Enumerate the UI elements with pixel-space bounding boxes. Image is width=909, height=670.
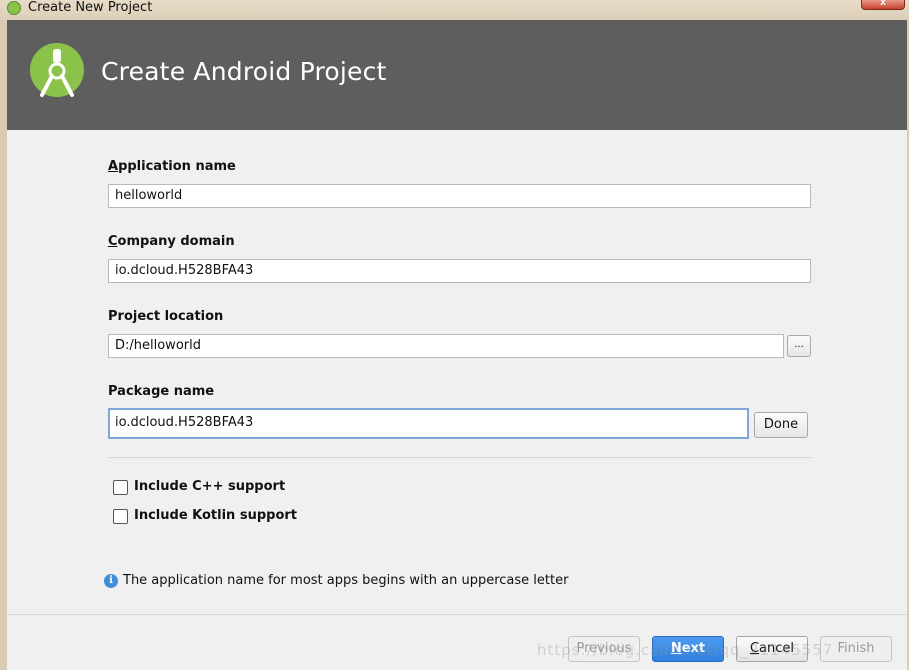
include-cpp-checkbox[interactable] (113, 480, 128, 495)
include-kotlin-label[interactable]: Include Kotlin support (134, 508, 297, 523)
cancel-button-rest: ancel (759, 641, 795, 656)
hint-text: The application name for most apps begin… (123, 573, 569, 588)
finish-button[interactable]: Finish (820, 636, 892, 662)
window-title: Create New Project (28, 0, 153, 15)
wizard-header: Create Android Project (7, 20, 907, 130)
android-studio-icon (7, 1, 21, 15)
include-kotlin-checkbox[interactable] (113, 509, 128, 524)
android-studio-logo-icon (30, 43, 84, 97)
next-button-rest: ext (681, 641, 706, 656)
window-frame-left (0, 20, 7, 670)
next-button-mnemonic: N (670, 641, 682, 656)
application-name-input[interactable]: helloworld (108, 184, 811, 208)
page-title: Create Android Project (101, 57, 387, 86)
include-cpp-label[interactable]: Include C++ support (134, 479, 285, 494)
window-titlebar: Create New Project x (0, 0, 909, 20)
wizard-footer: Previous Next Cancel Finish https://blog… (7, 614, 907, 670)
package-name-input[interactable]: io.dcloud.H528BFA43 (108, 408, 749, 439)
package-name-label: Package name (108, 384, 215, 399)
options-separator (108, 457, 811, 458)
company-domain-label-rest: ompany domain (117, 234, 235, 249)
next-button[interactable]: Next (652, 636, 724, 662)
project-location-input[interactable]: D:/helloworld (108, 334, 784, 358)
application-name-label-mnemonic: A (108, 159, 119, 174)
company-domain-label-mnemonic: C (108, 234, 118, 249)
company-domain-input[interactable]: io.dcloud.H528BFA43 (108, 259, 811, 283)
info-icon: i (104, 574, 118, 588)
company-domain-label: Company domain (108, 234, 235, 249)
done-button[interactable]: Done (754, 412, 808, 438)
browse-location-button[interactable]: ... (787, 335, 811, 357)
close-button[interactable]: x (861, 0, 905, 10)
previous-button[interactable]: Previous (568, 636, 640, 662)
application-name-label-rest: pplication name (118, 159, 236, 174)
cancel-button-mnemonic: C (749, 641, 760, 656)
wizard-content: Application name helloworld Company doma… (7, 130, 907, 614)
application-name-label: Application name (108, 159, 236, 174)
project-location-label: Project location (108, 309, 224, 324)
cancel-button[interactable]: Cancel (736, 636, 808, 662)
